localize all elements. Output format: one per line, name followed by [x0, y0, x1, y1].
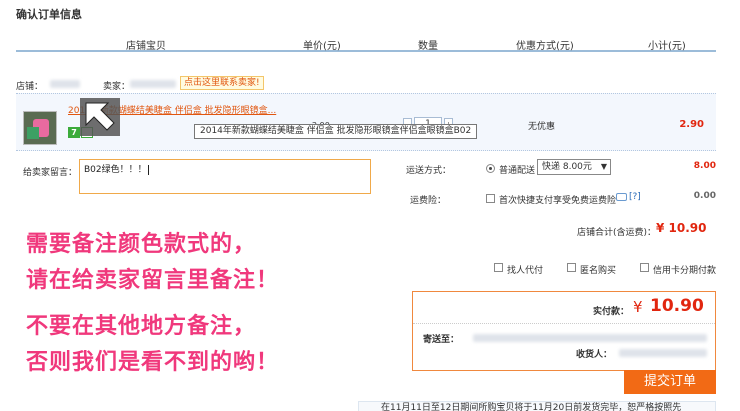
shop-row: 店铺： 卖家： 点击这里联系卖家!: [16, 75, 716, 93]
anonymous-purchase-checkbox[interactable]: [567, 263, 576, 272]
chevron-down-icon: ▼: [600, 162, 607, 171]
seller-label: 卖家：: [103, 82, 131, 92]
anonymous-purchase-label: 匿名购买: [580, 266, 617, 276]
header-subtotal: 小计(元): [648, 41, 686, 52]
notice-overlay-line-3: 不要在其他地方备注，: [26, 314, 257, 339]
badge-7-day-icon: 7: [68, 127, 80, 138]
insurance-option-label: 首次快捷支付享受免费运费险: [499, 196, 617, 206]
item-subtotal: 2.90: [679, 119, 704, 130]
cursor-arrow-icon: [80, 98, 120, 136]
payment-label: 实付款：: [593, 307, 630, 317]
item-thumbnail[interactable]: [23, 111, 57, 145]
submit-order-button[interactable]: 提交订单: [624, 370, 716, 394]
contact-seller-button[interactable]: 点击这里联系卖家!: [180, 76, 264, 90]
seller-name-redacted: [130, 80, 176, 88]
insurance-checkbox[interactable]: [486, 194, 495, 203]
insurance-label: 运费险：: [410, 196, 447, 206]
receiver-redacted: [619, 349, 707, 357]
payment-currency: ¥: [633, 298, 643, 316]
shipping-option-label: 普通配送: [499, 166, 536, 176]
installment-checkbox[interactable]: [640, 263, 649, 272]
page-title: 确认订单信息: [16, 8, 82, 21]
pay-by-other-label: 找人代付: [507, 266, 544, 276]
shipping-radio[interactable]: [486, 164, 495, 173]
shipping-select-value: 快递 8.00元: [542, 162, 592, 172]
shipping-select[interactable]: 快递 8.00元 ▼: [537, 159, 611, 175]
shipping-price: 8.00: [693, 161, 716, 171]
address-label: 寄送至：: [423, 335, 460, 345]
header-unit-price: 单价(元): [303, 41, 341, 52]
pay-by-other-checkbox[interactable]: [494, 263, 503, 272]
shipping-label: 运送方式：: [406, 166, 452, 176]
order-item-row: 2014年新款蝴蝶结美睫盒 伴侣盒 批发隐形眼镜盒... 7 2.90 − 1 …: [16, 93, 716, 151]
store-total-value: ¥ 10.90: [656, 221, 707, 235]
address-redacted: [473, 334, 707, 342]
item-title-tooltip: 2014年新款蝴蝶结美睫盒 伴侣盒 批发隐形眼镜盒伴侣盒眼镜盒B02: [194, 124, 478, 139]
notice-overlay-line-1: 需要备注颜色款式的，: [26, 232, 257, 257]
seller-message-value: B02绿色！！！: [84, 165, 147, 175]
insurance-help-link[interactable]: [?]: [629, 192, 641, 202]
payment-summary-box: 实付款： ¥ 10.90 寄送至： 收货人：: [412, 291, 716, 371]
notice-overlay-line-4: 否则我们是看不到的哟！: [26, 350, 280, 375]
store-total-label: 店铺合计(含运费)：: [577, 228, 657, 238]
shipping-notice: 在11月11日至12日期间所购宝贝将于11月20日前发货完毕，恕严格按照先: [358, 401, 716, 411]
chat-bubble-icon: [616, 193, 627, 201]
item-discount: 无优惠: [528, 122, 556, 132]
seller-message-input[interactable]: B02绿色！！！: [79, 159, 371, 194]
order-table-header: 店铺宝贝 单价(元) 数量 优惠方式(元) 小计(元): [16, 34, 716, 52]
payment-amount: 10.90: [650, 296, 704, 316]
store-name-redacted: [50, 80, 80, 88]
installment-label: 信用卡分期付款: [653, 266, 717, 276]
header-quantity: 数量: [418, 41, 438, 52]
notice-overlay-line-2: 请在给卖家留言里备注！: [26, 268, 280, 293]
header-item: 店铺宝贝: [126, 41, 166, 52]
receiver-label: 收货人：: [576, 350, 613, 360]
header-discount: 优惠方式(元): [516, 41, 574, 52]
insurance-price: 0.00: [693, 191, 716, 201]
seller-message-label: 给卖家留言：: [23, 168, 78, 178]
store-label: 店铺：: [16, 82, 44, 92]
